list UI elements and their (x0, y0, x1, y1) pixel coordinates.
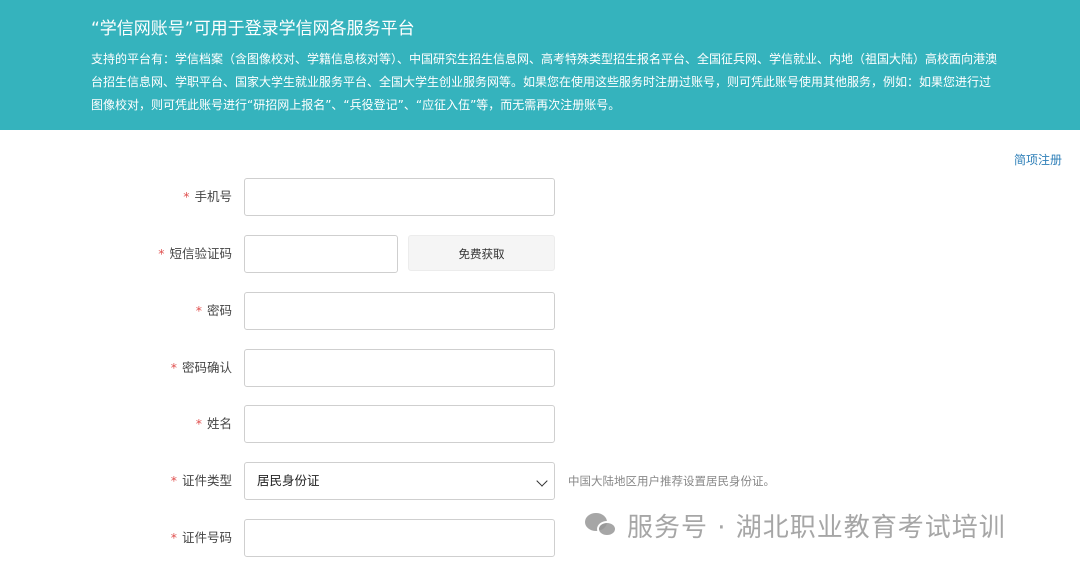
watermark-text: 服务号 · 湖北职业教育考试培训 (627, 512, 1006, 543)
password-confirm-row: * 密码确认 (0, 349, 1080, 387)
watermark: 服务号 · 湖北职业教育考试培训 (585, 505, 1006, 545)
phone-label: * 手机号 (183, 189, 232, 204)
id-type-select[interactable]: 居民身份证 (244, 462, 555, 500)
password-row: * 密码 (0, 292, 1080, 330)
info-banner: “学信网账号”可用于登录学信网各服务平台 支持的平台有：学信档案（含图像校对、学… (0, 0, 1080, 130)
phone-row: * 手机号 (0, 178, 1080, 216)
id-type-label: * 证件类型 (170, 473, 232, 488)
id-type-row: * 证件类型 居民身份证 中国大陆地区用户推荐设置居民身份证。 (0, 462, 1080, 500)
get-sms-code-button[interactable]: 免费获取 (408, 235, 555, 271)
password-confirm-label: * 密码确认 (170, 360, 232, 375)
banner-description: 支持的平台有：学信档案（含图像校对、学籍信息核对等）、中国研究生招生信息网、高考… (91, 52, 998, 112)
password-input[interactable] (244, 292, 555, 330)
simple-register-link[interactable]: 简项注册 (1014, 151, 1062, 168)
required-mark: * (183, 189, 190, 204)
required-mark: * (170, 473, 177, 488)
password-label: * 密码 (195, 303, 232, 318)
sms-code-input[interactable] (244, 235, 398, 273)
wechat-icon (585, 511, 619, 539)
required-mark: * (170, 530, 177, 545)
name-label: * 姓名 (195, 416, 232, 431)
id-type-selected-value: 居民身份证 (257, 473, 320, 488)
id-type-hint: 中国大陆地区用户推荐设置居民身份证。 (568, 474, 775, 488)
sms-code-row: * 短信验证码 免费获取 (0, 235, 1080, 273)
phone-input[interactable] (244, 178, 555, 216)
sms-code-label: * 短信验证码 (158, 246, 232, 261)
required-mark: * (170, 360, 177, 375)
password-confirm-input[interactable] (244, 349, 555, 387)
required-mark: * (158, 246, 165, 261)
name-input[interactable] (244, 405, 555, 443)
required-mark: * (195, 416, 202, 431)
id-number-input[interactable] (244, 519, 555, 557)
name-row: * 姓名 (0, 405, 1080, 443)
id-number-label: * 证件号码 (170, 530, 232, 545)
banner-title: “学信网账号”可用于登录学信网各服务平台 (91, 19, 415, 39)
required-mark: * (195, 303, 202, 318)
chevron-down-icon (536, 475, 548, 487)
